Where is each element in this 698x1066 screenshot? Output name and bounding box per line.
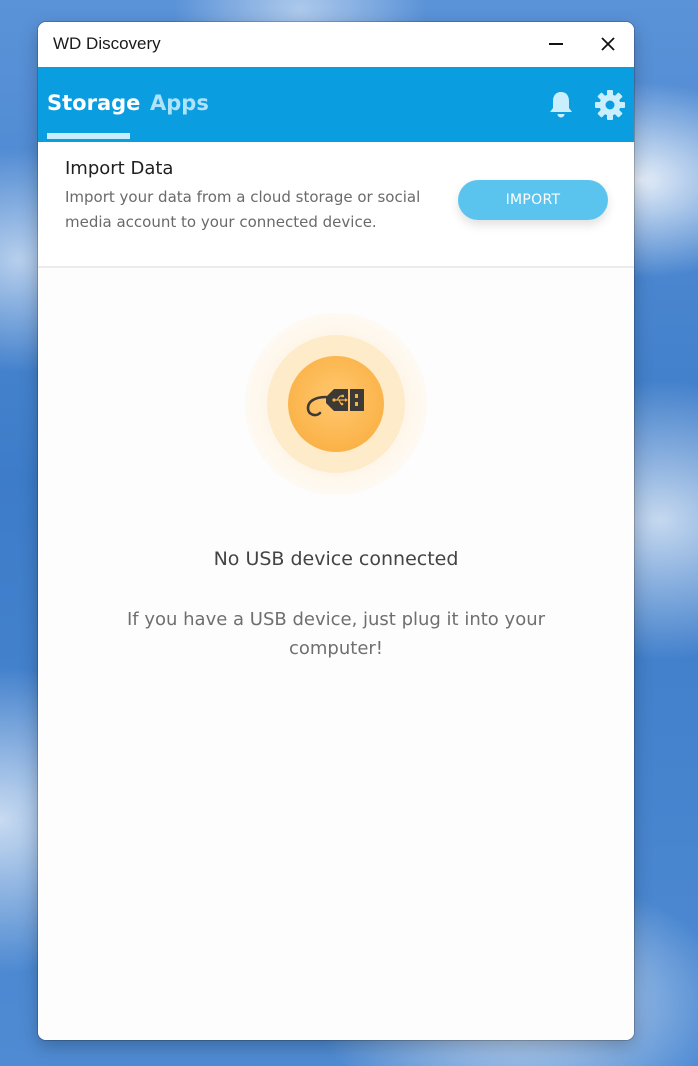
- import-description: Import your data from a cloud storage or…: [65, 188, 421, 231]
- import-data-panel: Import Data Import your data from a clou…: [38, 142, 634, 268]
- minimize-icon: [549, 43, 563, 45]
- empty-state-message: If you have a USB device, just plug it i…: [126, 609, 546, 659]
- app-window: WD Discovery Storage Apps Import Data Im…: [38, 22, 634, 1040]
- minimize-button[interactable]: [538, 28, 574, 60]
- empty-state-title: No USB device connected: [213, 548, 459, 570]
- storage-content: No USB device connected If you have a US…: [38, 268, 634, 1040]
- tab-apps[interactable]: Apps: [150, 91, 209, 115]
- import-button[interactable]: IMPORT: [458, 180, 608, 220]
- bell-icon[interactable]: [545, 89, 577, 121]
- title-bar: WD Discovery: [38, 22, 634, 67]
- active-tab-indicator: [47, 133, 130, 139]
- close-button[interactable]: [590, 28, 626, 60]
- import-title: Import Data: [65, 158, 174, 179]
- close-icon: [601, 37, 615, 51]
- tab-storage[interactable]: Storage: [47, 91, 140, 115]
- window-title: WD Discovery: [53, 34, 161, 53]
- gear-icon[interactable]: [594, 89, 626, 121]
- usb-icon: [306, 389, 364, 417]
- nav-bar: Storage Apps: [38, 67, 634, 142]
